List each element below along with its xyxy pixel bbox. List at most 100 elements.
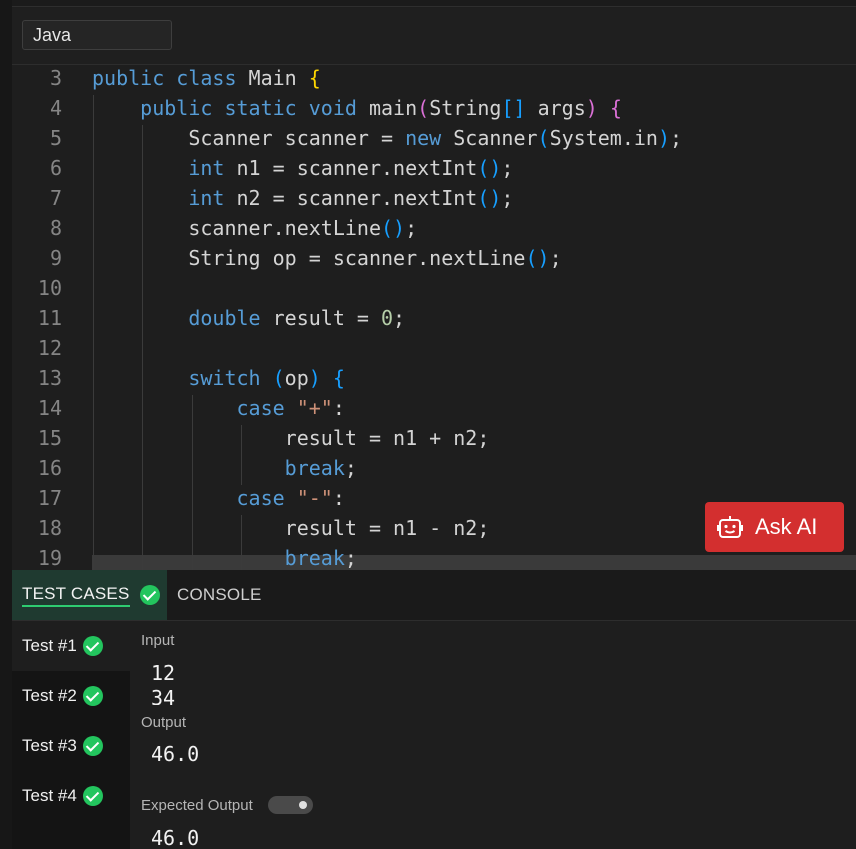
line-number: 7 <box>49 186 62 210</box>
ask-ai-label: Ask AI <box>755 514 818 539</box>
code-token: result = n1 + n2; <box>92 426 490 450</box>
line-number: 5 <box>49 126 62 150</box>
output-value: 46.0 <box>151 742 200 766</box>
test-item-label: Test #3 <box>22 736 77 755</box>
code-token: ; <box>501 186 514 210</box>
code-line[interactable]: 3 public class Main { <box>12 65 856 93</box>
code-token: "-" <box>296 486 333 510</box>
test-item-2[interactable]: Test #2 <box>12 671 130 721</box>
code-line[interactable]: 4 public static void main(String[] args)… <box>12 93 856 123</box>
code-token: ; <box>344 546 357 570</box>
code-line[interactable]: 5 Scanner scanner = new Scanner(System.i… <box>12 123 856 153</box>
input-label: Input <box>141 632 175 649</box>
code-token: args <box>525 96 586 120</box>
check-circle-icon <box>82 636 103 656</box>
code-line[interactable]: 13 switch (op) { <box>12 363 856 393</box>
code-line[interactable]: 10 <box>12 273 856 303</box>
code-token: n1 = scanner.nextInt <box>224 156 478 180</box>
code-token: void <box>308 96 357 120</box>
code-token: case <box>236 486 285 510</box>
code-text: public class Main { <box>92 65 321 93</box>
test-item-3[interactable]: Test #3 <box>12 721 130 771</box>
code-token: scanner.nextLine <box>92 216 381 240</box>
code-token: { <box>308 66 321 90</box>
code-token: static <box>224 96 297 120</box>
test-item-1[interactable]: Test #1 <box>12 621 130 671</box>
code-text: result = n1 - n2; <box>92 513 490 543</box>
code-line[interactable]: 8 scanner.nextLine(); <box>12 213 856 243</box>
code-text: double result = 0; <box>92 303 405 333</box>
code-line[interactable]: 6 int n1 = scanner.nextInt(); <box>12 153 856 183</box>
code-editor[interactable]: 3 public class Main {4 public static void… <box>12 65 856 570</box>
code-token: int <box>188 186 225 210</box>
check-circle-icon <box>82 786 103 806</box>
line-number: 4 <box>49 96 62 120</box>
code-line[interactable]: 12 <box>12 333 856 363</box>
code-text: switch (op) { <box>92 363 345 393</box>
language-select[interactable]: Java <box>22 20 172 50</box>
output-label: Output <box>141 714 187 731</box>
left-gutter-strip <box>0 0 12 849</box>
line-number: 17 <box>37 486 62 510</box>
editor-header: Java <box>12 8 856 65</box>
code-token: ( <box>417 96 430 120</box>
code-token: String <box>429 96 502 120</box>
code-token: switch <box>188 366 261 390</box>
panel-tabs: TEST CASES CONSOLE <box>12 570 856 621</box>
code-line[interactable]: 14 case "+": <box>12 393 856 423</box>
code-token: op <box>284 366 309 390</box>
line-number: 9 <box>49 246 62 270</box>
line-number: 16 <box>37 456 62 480</box>
code-line[interactable]: 16 break; <box>12 453 856 483</box>
code-line[interactable]: 11 double result = 0; <box>12 303 856 333</box>
code-token: n2 = scanner.nextInt <box>224 186 478 210</box>
check-circle-icon <box>82 686 103 706</box>
check-circle-icon <box>139 585 160 605</box>
ask-ai-button[interactable]: Ask AI <box>705 502 844 552</box>
code-token: ) <box>308 366 321 390</box>
code-line[interactable]: 15 result = n1 + n2; <box>12 423 856 453</box>
code-token: ( <box>537 126 550 150</box>
code-token: int <box>188 156 225 180</box>
code-text: int n1 = scanner.nextInt(); <box>92 153 513 183</box>
code-token: ; <box>344 456 357 480</box>
line-number: 11 <box>37 306 62 330</box>
input-line-1: 12 <box>151 661 176 685</box>
code-token: class <box>176 66 237 90</box>
tab-test-cases[interactable]: TEST CASES <box>12 570 167 620</box>
code-token: case <box>236 396 285 420</box>
code-token: String op = scanner.nextLine <box>92 246 526 270</box>
expected-output-value: 46.0 <box>151 826 200 849</box>
code-token: ( <box>272 366 285 390</box>
code-text: case "+": <box>92 393 345 423</box>
test-item-4[interactable]: Test #4 <box>12 771 130 821</box>
code-token: result = n1 - n2; <box>92 516 490 540</box>
code-token: ; <box>670 126 683 150</box>
code-line[interactable]: 7 int n2 = scanner.nextInt(); <box>12 183 856 213</box>
code-token: ; <box>501 156 514 180</box>
code-text: scanner.nextLine(); <box>92 213 417 243</box>
input-box[interactable]: 12 34 <box>130 657 430 705</box>
code-token: () <box>380 216 406 240</box>
expected-output-toggle[interactable] <box>268 796 313 814</box>
code-token: () <box>525 246 550 270</box>
code-token: Main <box>236 66 309 90</box>
code-token: public <box>92 66 165 90</box>
code-token: ) <box>657 126 670 150</box>
code-token: { <box>332 366 345 390</box>
tab-console[interactable]: CONSOLE <box>177 570 262 620</box>
code-line[interactable]: 9 String op = scanner.nextLine(); <box>12 243 856 273</box>
